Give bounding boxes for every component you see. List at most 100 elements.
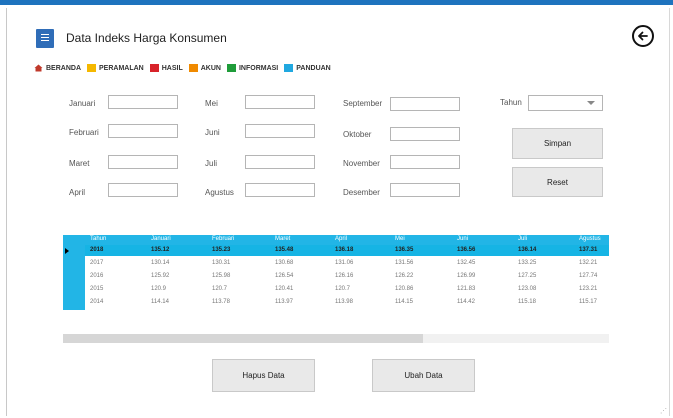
input-juni[interactable] [245, 124, 315, 138]
nav-item-beranda[interactable]: BERANDA [34, 64, 81, 72]
table-cell-year[interactable]: 2016 [90, 273, 103, 279]
table-cell[interactable]: 113.97 [275, 299, 293, 305]
column-header[interactable]: Agustus [579, 236, 601, 242]
delete-data-button[interactable]: Hapus Data [212, 359, 315, 392]
table-cell-year[interactable]: 2018 [90, 247, 103, 253]
input-juli[interactable] [245, 155, 315, 169]
edit-data-button[interactable]: Ubah Data [372, 359, 475, 392]
input-februari[interactable] [108, 124, 178, 138]
table-cell[interactable]: 125.98 [212, 273, 230, 279]
table-cell[interactable]: 137.31 [579, 247, 597, 253]
nav-label: INFORMASI [238, 64, 279, 72]
input-oktober[interactable] [390, 127, 460, 141]
column-header[interactable]: Mei [395, 236, 405, 242]
input-april[interactable] [108, 183, 178, 197]
month-label-februari: Februari [69, 128, 99, 137]
table-cell[interactable]: 126.54 [275, 273, 293, 279]
nav-item-akun[interactable]: AKUN [188, 64, 221, 72]
table-cell[interactable]: 136.14 [518, 247, 536, 253]
table-cell[interactable]: 135.23 [212, 247, 230, 253]
table-cell[interactable]: 115.18 [518, 299, 536, 305]
table-cell[interactable]: 130.68 [275, 260, 293, 266]
scrollbar-thumb[interactable] [63, 334, 423, 343]
month-label-maret: Maret [69, 159, 90, 168]
table-cell[interactable]: 115.17 [579, 299, 597, 305]
table-cell[interactable]: 131.06 [335, 260, 353, 266]
input-september[interactable] [390, 97, 460, 111]
table-cell[interactable]: 114.14 [151, 299, 169, 305]
column-header[interactable]: Juli [518, 236, 527, 242]
table-cell[interactable]: 130.31 [212, 260, 230, 266]
save-button[interactable]: Simpan [512, 128, 603, 159]
table-cell[interactable]: 123.08 [518, 286, 536, 292]
table-cell[interactable]: 136.18 [335, 247, 353, 253]
nav-item-peramalan[interactable]: PERAMALAN [87, 64, 144, 72]
input-agustus[interactable] [245, 183, 315, 197]
month-label-januari: Januari [69, 99, 96, 108]
nav-label: PANDUAN [296, 64, 331, 72]
table-cell[interactable]: 132.21 [579, 260, 597, 266]
table-cell[interactable]: 132.45 [457, 260, 475, 266]
column-header[interactable]: April [335, 236, 347, 242]
nav-item-panduan[interactable]: PANDUAN [284, 64, 331, 72]
month-label-agustus: Agustus [205, 188, 234, 197]
account-icon [188, 64, 198, 72]
table-cell[interactable]: 130.14 [151, 260, 169, 266]
table-cell[interactable]: 135.12 [151, 247, 169, 253]
column-header[interactable]: Maret [275, 236, 290, 242]
horizontal-scrollbar[interactable] [63, 334, 609, 343]
input-januari[interactable] [108, 95, 178, 109]
nav-item-hasil[interactable]: HASIL [149, 64, 183, 72]
resize-grip-icon[interactable]: ⋰ [660, 407, 667, 415]
table-cell-year[interactable]: 2015 [90, 286, 103, 292]
table-cell[interactable]: 120.7 [212, 286, 227, 292]
document-icon [36, 29, 54, 48]
table-cell[interactable]: 136.56 [457, 247, 475, 253]
table-cell-year[interactable]: 2014 [90, 299, 103, 305]
table-cell[interactable]: 125.92 [151, 273, 169, 279]
table-cell[interactable]: 127.25 [518, 273, 536, 279]
table-cell[interactable]: 120.41 [275, 286, 293, 292]
table-cell[interactable]: 126.16 [335, 273, 353, 279]
year-label: Tahun [500, 98, 522, 107]
column-header[interactable]: Januari [151, 236, 171, 242]
current-row-icon [65, 248, 69, 254]
month-label-november: November [343, 159, 380, 168]
month-label-juni: Juni [205, 128, 220, 137]
nav-item-informasi[interactable]: INFORMASI [226, 64, 279, 72]
info-icon [226, 64, 236, 72]
table-cell[interactable]: 113.78 [212, 299, 230, 305]
table-cell-year[interactable]: 2017 [90, 260, 103, 266]
table-cell[interactable]: 121.83 [457, 286, 475, 292]
table-cell[interactable]: 123.21 [579, 286, 597, 292]
column-header[interactable]: Februari [212, 236, 234, 242]
row-header-column [63, 245, 85, 310]
month-label-april: April [69, 188, 86, 197]
input-maret[interactable] [108, 155, 178, 169]
table-cell[interactable]: 127.74 [579, 273, 597, 279]
input-mei[interactable] [245, 95, 315, 109]
nav-label: PERAMALAN [99, 64, 144, 72]
column-header[interactable]: Tahun [90, 236, 106, 242]
table-cell[interactable]: 136.35 [395, 247, 413, 253]
year-select[interactable] [528, 95, 603, 111]
table-cell[interactable]: 120.7 [335, 286, 350, 292]
table-cell[interactable]: 126.99 [457, 273, 475, 279]
forecast-icon [87, 64, 96, 72]
column-header[interactable]: Juni [457, 236, 468, 242]
table-cell[interactable]: 120.86 [395, 286, 413, 292]
table-cell[interactable]: 133.25 [518, 260, 536, 266]
table-cell[interactable]: 113.98 [335, 299, 353, 305]
table-cell[interactable]: 131.56 [395, 260, 413, 266]
input-desember[interactable] [390, 183, 460, 197]
table-cell[interactable]: 126.22 [395, 273, 413, 279]
input-november[interactable] [390, 155, 460, 169]
table-cell[interactable]: 114.42 [457, 299, 475, 305]
table-cell[interactable]: 114.15 [395, 299, 413, 305]
month-label-juli: Juli [205, 159, 218, 168]
reset-button[interactable]: Reset [512, 167, 603, 197]
back-button[interactable] [632, 25, 654, 47]
table-cell[interactable]: 135.48 [275, 247, 293, 253]
nav-label: BERANDA [46, 64, 81, 72]
table-cell[interactable]: 120.9 [151, 286, 166, 292]
